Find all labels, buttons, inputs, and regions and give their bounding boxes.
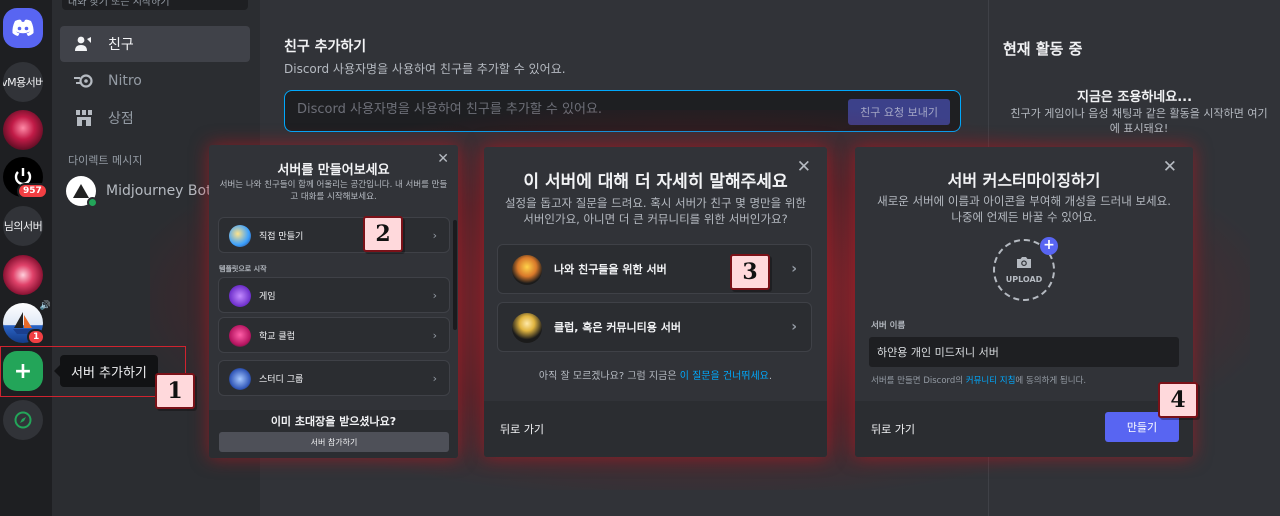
upload-label: UPLOAD — [1005, 275, 1043, 284]
step-marker-2: 2 — [363, 216, 403, 252]
camera-icon — [1016, 256, 1032, 272]
option-label: 클럽, 혹은 커뮤니티용 서버 — [554, 321, 681, 334]
icon-upload[interactable]: UPLOAD + — [993, 237, 1058, 301]
modal-title: 이 서버에 대해 더 자세히 말해주세요 — [523, 172, 788, 192]
option-community-server[interactable]: 클럽, 혹은 커뮤니티용 서버 › — [497, 302, 812, 352]
dm-section-header: 다이렉트 메시지 — [68, 154, 143, 167]
speaker-icon: 🔊 — [39, 301, 51, 311]
server-icon-power[interactable]: 957 — [3, 157, 48, 199]
server-icon-rose[interactable] — [3, 110, 43, 150]
page-title: 친구 추가하기 — [284, 39, 367, 55]
chevron-right-icon: › — [791, 261, 797, 277]
template-option-gaming[interactable]: 게임 › — [218, 277, 450, 313]
create-own-option[interactable]: 직접 만들기 › — [218, 217, 450, 253]
friends-icon — [72, 32, 96, 56]
sailboat-icon — [73, 184, 89, 198]
server-name-input[interactable] — [869, 337, 1179, 367]
discord-home-button[interactable] — [3, 8, 43, 48]
template-section-header: 템플릿으로 시작 — [219, 265, 267, 273]
username-input[interactable] — [297, 102, 837, 117]
globe-icon — [229, 225, 251, 247]
chevron-right-icon: › — [432, 228, 437, 242]
option-label: 게임 — [259, 291, 276, 302]
sidebar-item-label: 상점 — [108, 111, 134, 127]
template-option-school-club[interactable]: 학교 클럽 › — [218, 317, 450, 353]
send-friend-request-button[interactable]: 친구 요청 보내기 — [848, 99, 950, 125]
back-button[interactable]: 뒤로 가기 — [871, 421, 915, 437]
terms-prefix: 서버를 만들면 Discord의 — [871, 376, 966, 386]
modal-subtitle: 서버는 나와 친구들이 함께 어울리는 공간입니다. 내 서버를 만들고 대화를… — [219, 180, 448, 202]
chevron-right-icon: › — [791, 319, 797, 335]
skip-suffix: . — [768, 371, 773, 382]
server-name-label: 님의서버 — [3, 220, 43, 233]
server-icon-boat[interactable]: 🔊 1 — [3, 301, 51, 345]
sidebar-item-label: Nitro — [108, 73, 142, 89]
avatar — [66, 176, 98, 208]
back-button[interactable]: 뒤로 가기 — [500, 421, 544, 437]
modal-subtitle: 새로운 서버에 이름과 아이콘을 부여해 개성을 드러내 보세요. 나중에 언제… — [877, 194, 1171, 224]
plus-icon: + — [1040, 237, 1058, 255]
shop-icon — [72, 106, 96, 130]
sidebar-item-nitro[interactable]: Nitro — [60, 63, 250, 99]
skip-question-text: 아직 잘 모르겠나요? 그럼 지금은 이 질문을 건너뛰세요. — [484, 367, 827, 382]
community-guidelines-link[interactable]: 커뮤니티 지침 — [966, 376, 1016, 386]
chevron-right-icon: › — [432, 328, 437, 342]
study-lamp-icon — [229, 368, 251, 390]
friends-illustration-icon — [512, 255, 542, 285]
explore-servers-button[interactable] — [3, 400, 43, 440]
sidebar-item-friends[interactable]: 친구 — [60, 26, 250, 62]
unread-badge: 1 — [27, 329, 46, 345]
online-status-icon — [87, 197, 98, 208]
customize-server-modal: ✕ 서버 커스터마이징하기 새로운 서버에 이름과 아이콘을 부여해 개성을 드… — [855, 147, 1193, 457]
community-illustration-icon — [512, 313, 542, 343]
skip-prefix: 아직 잘 모르겠나요? 그럼 지금은 — [538, 371, 680, 382]
sidebar-item-label: 친구 — [108, 37, 134, 53]
create-server-modal: ✕ 서버를 만들어보세요 서버는 나와 친구들이 함께 어울리는 공간입니다. … — [209, 145, 458, 458]
page-description: Discord 사용자명을 사용하여 친구를 추가할 수 있어요. — [284, 62, 566, 76]
terms-notice: 서버를 만들면 Discord의 커뮤니티 지침에 동의하게 됩니다. — [871, 374, 1086, 386]
sidebar-item-shop[interactable]: 상점 — [60, 100, 250, 136]
terms-suffix: 에 동의하게 됩니다. — [1015, 376, 1087, 386]
step-marker-4: 4 — [1158, 382, 1198, 418]
server-icon-rose-2[interactable] — [3, 255, 43, 295]
dm-user-name: Midjourney Bot — [106, 183, 212, 199]
server-rail: vM용서버 957 님의서버 🔊 1 + — [0, 0, 52, 516]
apple-icon — [229, 325, 251, 347]
server-icon-text-2[interactable]: 님의서버 — [3, 206, 43, 246]
gamepad-icon — [229, 285, 251, 307]
server-icon-text-1[interactable]: vM용서버 — [3, 62, 43, 102]
server-purpose-modal: ✕ 이 서버에 대해 더 자세히 말해주세요 설정을 돕고자 질문을 드려요. … — [484, 147, 827, 457]
template-option-study-group[interactable]: 스터디 그룹 › — [218, 360, 450, 396]
option-label: 스터디 그룹 — [259, 374, 304, 385]
step-marker-3: 3 — [730, 254, 770, 290]
modal-title: 서버 커스터마이징하기 — [947, 171, 1101, 190]
discord-logo-icon — [12, 19, 34, 36]
modal-subtitle: 설정을 돕고자 질문을 드려요. 혹시 서버가 친구 몇 명만을 위한 서버인가… — [504, 196, 807, 226]
option-label: 직접 만들기 — [259, 231, 304, 242]
add-server-tooltip: 서버 추가하기 — [54, 355, 158, 387]
add-friend-box: 친구 요청 보내기 — [284, 90, 961, 132]
chevron-right-icon: › — [432, 371, 437, 385]
join-server-button[interactable]: 서버 참가하기 — [219, 432, 449, 452]
active-now-title: 현재 활동 중 — [1003, 40, 1083, 58]
scrollbar[interactable] — [453, 220, 457, 330]
option-label: 나와 친구들을 위한 서버 — [554, 263, 667, 276]
conversation-search[interactable]: 대화 찾기 또는 시작하기 — [62, 0, 248, 10]
empty-state-title: 지금은 조용하네요... — [1076, 90, 1193, 105]
modal-title: 서버를 만들어보세요 — [277, 163, 390, 178]
empty-state-description: 친구가 게임이나 음성 채팅과 같은 활동을 시작하면 여기에 표시돼요! — [1010, 107, 1268, 135]
step-marker-1: 1 — [155, 373, 195, 409]
chevron-right-icon: › — [432, 288, 437, 302]
skip-question-link[interactable]: 이 질문을 건너뛰세요 — [680, 371, 769, 382]
server-name-label: vM용서버 — [3, 76, 43, 89]
nitro-icon — [72, 69, 96, 93]
unread-badge: 957 — [17, 183, 48, 199]
invite-question: 이미 초대장을 받으셨나요? — [270, 415, 397, 428]
modal-footer: 뒤로 가기 — [484, 401, 827, 457]
server-name-label: 서버 이름 — [871, 321, 906, 331]
compass-icon — [14, 411, 32, 429]
option-label: 학교 클럽 — [259, 331, 295, 342]
